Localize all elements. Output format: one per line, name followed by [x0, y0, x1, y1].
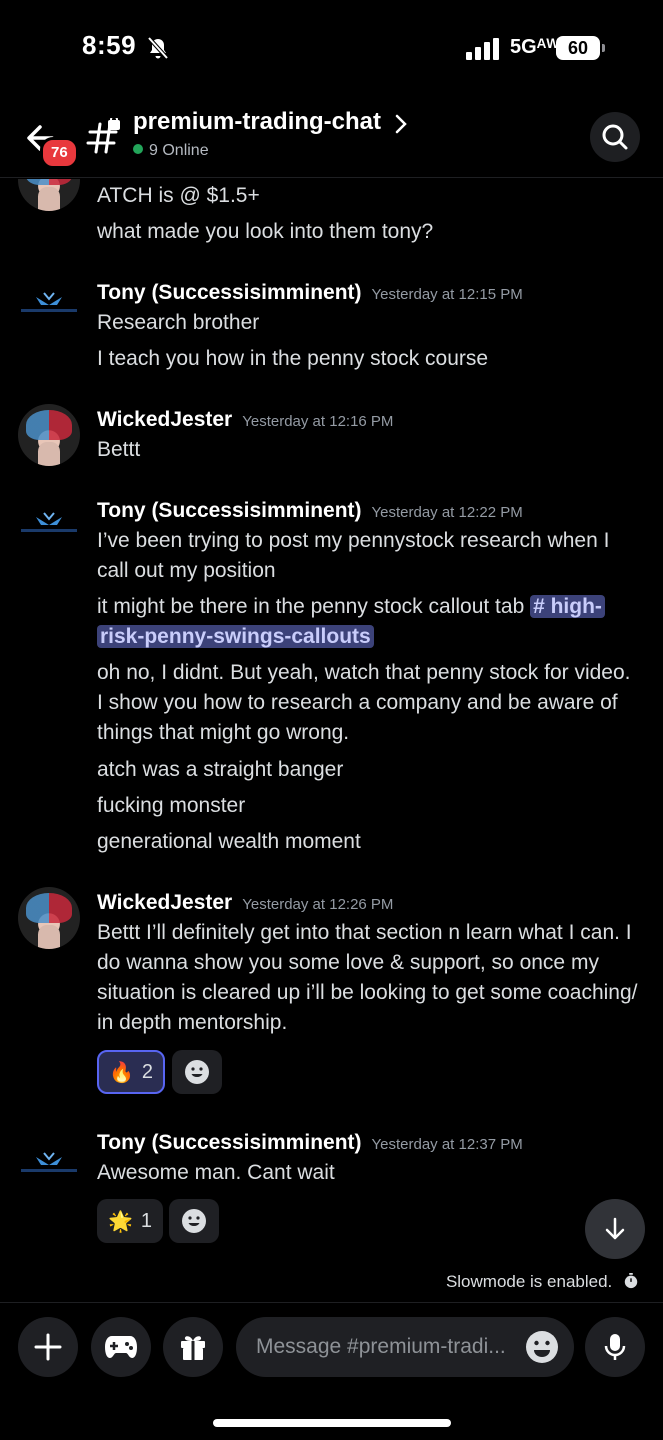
- search-icon: [602, 124, 628, 150]
- smiley-icon: [182, 1209, 206, 1233]
- reaction-emoji: 🔥: [108, 1061, 134, 1084]
- stopwatch-icon: [624, 1273, 638, 1289]
- battery-level: 60: [567, 38, 589, 58]
- search-button[interactable]: [590, 112, 640, 162]
- apps-button[interactable]: [91, 1317, 151, 1377]
- reaction-emoji: 🌟: [107, 1210, 133, 1233]
- home-indicator: [213, 1419, 451, 1427]
- avatar[interactable]: [18, 179, 80, 211]
- message-author[interactable]: Tony (Successisimminent) Yesterday at 12:…: [97, 281, 523, 305]
- gamepad-icon: [105, 1336, 137, 1358]
- smiley-icon: [185, 1060, 209, 1084]
- network-type: 5Gᴬᵂ: [510, 36, 560, 58]
- add-reaction-button[interactable]: [172, 1050, 222, 1094]
- battery-tip: [602, 44, 605, 52]
- message-text-span: it might be there in the penny stock cal…: [97, 595, 525, 618]
- composer-bar: [0, 1302, 663, 1440]
- channel-mention-link[interactable]: risk-penny-swings-callouts: [97, 625, 374, 648]
- channel-name[interactable]: premium-trading-chat: [133, 108, 381, 136]
- locked-channel-hash-icon: [86, 118, 120, 154]
- message-text: Research brother: [97, 311, 260, 334]
- slowmode-text: Slowmode is enabled.: [445, 1272, 613, 1291]
- message-list[interactable]: ATCH is @ $1.5+ what made you look into …: [0, 179, 663, 1299]
- message-author[interactable]: Tony (Successisimminent) Yesterday at 12:…: [97, 499, 523, 523]
- message-input-container[interactable]: [236, 1317, 574, 1377]
- cellular-signal-icon: [466, 38, 499, 60]
- message-timestamp: Yesterday at 12:37 PM: [371, 1136, 523, 1153]
- add-attachment-button[interactable]: [18, 1317, 78, 1377]
- avatar[interactable]: [18, 491, 80, 553]
- message-text: Bettt I’ll definitely get into that sect…: [97, 921, 638, 1034]
- online-dot: [133, 144, 143, 154]
- reaction-count: 2: [141, 1060, 154, 1083]
- status-time: 8:59: [82, 30, 137, 60]
- slowmode-notice: Slowmode is enabled.: [446, 1272, 639, 1292]
- add-reaction-button[interactable]: [169, 1199, 219, 1243]
- message-text: fucking monster: [97, 794, 246, 817]
- microphone-icon: [604, 1334, 626, 1360]
- message-text: atch was a straight banger: [97, 758, 344, 781]
- message-author[interactable]: WickedJester Yesterday at 12:16 PM: [97, 408, 393, 432]
- voice-message-button[interactable]: [585, 1317, 645, 1377]
- author-name[interactable]: Tony (Successisimminent): [97, 499, 362, 522]
- message-input[interactable]: [256, 1317, 524, 1377]
- reaction-fire[interactable]: 🔥 2: [97, 1050, 165, 1094]
- bell-off-icon: [147, 36, 169, 60]
- message-text: what made you look into them tony?: [97, 220, 434, 243]
- logo-avatar-icon: [21, 1152, 77, 1172]
- reaction-count: 1: [140, 1209, 153, 1232]
- avatar[interactable]: [18, 271, 80, 333]
- message-timestamp: Yesterday at 12:15 PM: [371, 286, 523, 303]
- message-text: Bettt: [97, 438, 141, 461]
- message-text: Awesome man. Cant wait: [97, 1161, 335, 1184]
- avatar[interactable]: [18, 404, 80, 466]
- gift-icon: [181, 1336, 205, 1360]
- channel-mention-link[interactable]: # high-: [530, 595, 605, 618]
- author-name[interactable]: WickedJester: [97, 891, 232, 914]
- message-text: it might be there in the penny stock cal…: [97, 592, 642, 652]
- logo-avatar-icon: [21, 512, 77, 532]
- avatar[interactable]: [18, 887, 80, 949]
- message-text: ATCH is @ $1.5+: [97, 184, 260, 207]
- message-timestamp: Yesterday at 12:22 PM: [371, 504, 523, 521]
- logo-avatar-icon: [21, 292, 77, 312]
- author-name[interactable]: WickedJester: [97, 408, 232, 431]
- battery-indicator: 60: [556, 36, 606, 60]
- online-count-text: 9 Online: [149, 142, 209, 159]
- message-author[interactable]: Tony (Successisimminent) Yesterday at 12:…: [97, 1131, 523, 1155]
- message-timestamp: Yesterday at 12:16 PM: [242, 413, 394, 430]
- jump-to-bottom-button[interactable]: [585, 1199, 645, 1259]
- message-timestamp: Yesterday at 12:26 PM: [242, 896, 394, 913]
- status-bar: 8:59 5Gᴬᵂ 60: [0, 0, 663, 100]
- message-text: I’ve been trying to post my pennystock r…: [97, 529, 610, 582]
- reaction-star[interactable]: 🌟 1: [97, 1199, 163, 1243]
- message-text: generational wealth moment: [97, 830, 361, 853]
- plus-icon: [34, 1333, 62, 1361]
- emoji-picker-icon[interactable]: [524, 1329, 560, 1365]
- author-name[interactable]: Tony (Successisimminent): [97, 1131, 362, 1154]
- chevron-right-icon[interactable]: [393, 112, 409, 136]
- gift-button[interactable]: [163, 1317, 223, 1377]
- message-author[interactable]: WickedJester Yesterday at 12:26 PM: [97, 891, 393, 915]
- channel-header: 76 premium-trading-chat 9 Online: [0, 100, 663, 178]
- online-count: 9 Online: [133, 142, 209, 160]
- arrow-down-icon: [605, 1217, 625, 1240]
- author-name[interactable]: Tony (Successisimminent): [97, 281, 362, 304]
- avatar[interactable]: [18, 1131, 80, 1193]
- unread-badge: 76: [40, 137, 79, 169]
- message-text: oh no, I didnt. But yeah, watch that pen…: [97, 661, 631, 744]
- message-text: I teach you how in the penny stock cours…: [97, 347, 489, 370]
